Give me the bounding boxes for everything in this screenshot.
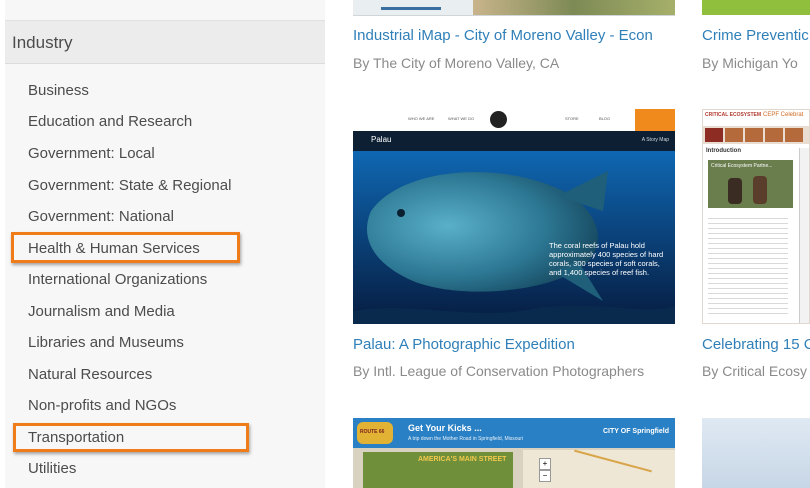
- route66-map: + −: [523, 449, 675, 488]
- palau-nav-store: STORE: [565, 116, 579, 121]
- moreno-valley-thumbnail[interactable]: [353, 0, 675, 16]
- palau-fish-photo: The coral reefs of Palau hold approximat…: [353, 151, 675, 324]
- palau-nav-who: WHO WE ARE: [408, 116, 435, 121]
- zoom-in-button[interactable]: +: [539, 458, 551, 470]
- card-title-moreno-valley[interactable]: Industrial iMap - City of Moreno Valley …: [353, 26, 675, 46]
- palau-nav-blog: BLOG: [599, 116, 611, 121]
- palau-story-header: Palau A Story Map: [353, 131, 675, 151]
- highlight-box-health: [11, 232, 240, 263]
- category-government-local[interactable]: Government: Local: [28, 144, 155, 164]
- category-utilities[interactable]: Utilities: [28, 459, 76, 479]
- category-nonprofits-ngos[interactable]: Non-profits and NGOs: [28, 396, 176, 416]
- cepf-photo: Critical Ecosystem Partne...: [708, 160, 793, 208]
- route66-header-bar: ROUTE 66 Get Your Kicks ... A trip down …: [353, 418, 675, 448]
- highlight-box-transportation: [13, 423, 249, 452]
- route66-badge-text: ROUTE 66: [360, 429, 385, 435]
- cepf-thumbnail[interactable]: CRITICAL ECOSYSTEM CEPF Celebrat Introdu…: [702, 109, 810, 324]
- industry-section-header[interactable]: Industry: [5, 21, 325, 64]
- cepf-map-panel: [799, 148, 809, 323]
- route66-sign-text: AMERICA'S MAIN STREET: [418, 456, 507, 463]
- category-natural-resources[interactable]: Natural Resources: [28, 365, 152, 385]
- palau-social-bar: [635, 109, 675, 131]
- palau-nav-what: WHAT WE DO: [448, 116, 475, 121]
- cepf-tab-row: [703, 126, 809, 144]
- palau-thumb-navbar: WHO WE ARE WHAT WE DO STORE BLOG: [353, 109, 675, 131]
- category-government-national[interactable]: Government: National: [28, 207, 174, 227]
- category-journalism-media[interactable]: Journalism and Media: [28, 302, 175, 322]
- cepf-text-lines: [708, 214, 788, 314]
- card-title-palau[interactable]: Palau: A Photographic Expedition: [353, 335, 675, 355]
- palau-story-title: Palau: [371, 135, 392, 144]
- route66-sign-photo: AMERICA'S MAIN STREET: [363, 452, 513, 488]
- card-title-cepf[interactable]: Celebrating 15 C: [702, 335, 810, 355]
- map-gallery: Industrial iMap - City of Moreno Valley …: [326, 0, 810, 488]
- category-international-organizations[interactable]: International Organizations: [28, 270, 207, 290]
- cepf-photo-caption: Critical Ecosystem Partne...: [711, 163, 773, 169]
- zoom-out-button[interactable]: −: [539, 470, 551, 482]
- card-author-moreno-valley[interactable]: By The City of Moreno Valley, CA: [353, 53, 675, 73]
- cepf-section-title: Introduction: [706, 148, 741, 154]
- ilcp-logo: [490, 111, 507, 128]
- card-author-crime-prevention[interactable]: By Michigan Yo: [702, 53, 810, 73]
- card-title-crime-prevention[interactable]: Crime Preventic: [702, 26, 810, 46]
- palau-story-badge: A Story Map: [641, 137, 669, 143]
- category-business[interactable]: Business: [28, 81, 89, 101]
- card-author-cepf[interactable]: By Critical Ecosy: [702, 361, 810, 381]
- palau-caption: The coral reefs of Palau hold approximat…: [549, 241, 664, 277]
- sidebar-top-divider: [5, 0, 325, 21]
- springfield-logo: CITY OF Springfield: [603, 428, 669, 435]
- card-author-palau[interactable]: By Intl. League of Conservation Photogra…: [353, 361, 675, 381]
- category-libraries-museums[interactable]: Libraries and Museums: [28, 333, 184, 353]
- palau-thumbnail[interactable]: WHO WE ARE WHAT WE DO STORE BLOG Palau A…: [353, 109, 675, 324]
- route66-badge: ROUTE 66: [357, 422, 393, 444]
- cepf-title: CEPF Celebrat: [763, 112, 804, 118]
- route66-subtitle: A trip down the Mother Road in Springfie…: [408, 436, 524, 442]
- route66-thumbnail[interactable]: ROUTE 66 Get Your Kicks ... A trip down …: [353, 418, 675, 488]
- fifth-card-thumbnail[interactable]: [702, 418, 810, 488]
- category-education-research[interactable]: Education and Research: [28, 112, 192, 132]
- route66-title: Get Your Kicks ...: [408, 423, 482, 433]
- category-government-state-regional[interactable]: Government: State & Regional: [28, 176, 231, 196]
- cepf-header: CRITICAL ECOSYSTEM: [705, 112, 762, 118]
- crime-prevention-thumbnail[interactable]: [702, 0, 810, 15]
